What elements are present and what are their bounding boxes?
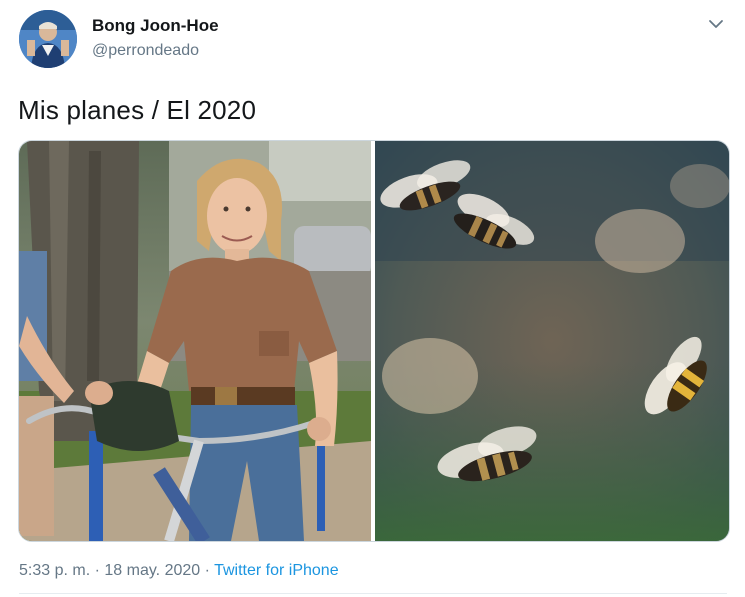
meta-separator: · [204,562,210,579]
divider [19,593,727,594]
media-grid [18,140,730,542]
tweet-date[interactable]: 18 may. 2020 [104,562,200,579]
tweet-time[interactable]: 5:33 p. m. [19,562,90,579]
chevron-down-icon[interactable] [706,14,726,34]
tweet-meta: 5:33 p. m. · 18 may. 2020 · Twitter for … [19,562,339,580]
display-name[interactable]: Bong Joon-Hoe [92,16,219,36]
avatar[interactable] [19,10,77,68]
photo-swarm-of-bees[interactable] [375,141,729,541]
user-handle[interactable]: @perrondeado [92,42,199,60]
meta-separator: · [94,562,100,579]
tweet-source-link[interactable]: Twitter for iPhone [214,562,339,579]
photo-girl-on-bicycle[interactable] [19,141,371,541]
tweet-text: Mis planes / El 2020 [18,95,257,125]
tweet-card: Bong Joon-Hoe @perrondeado Mis planes / … [0,0,745,597]
